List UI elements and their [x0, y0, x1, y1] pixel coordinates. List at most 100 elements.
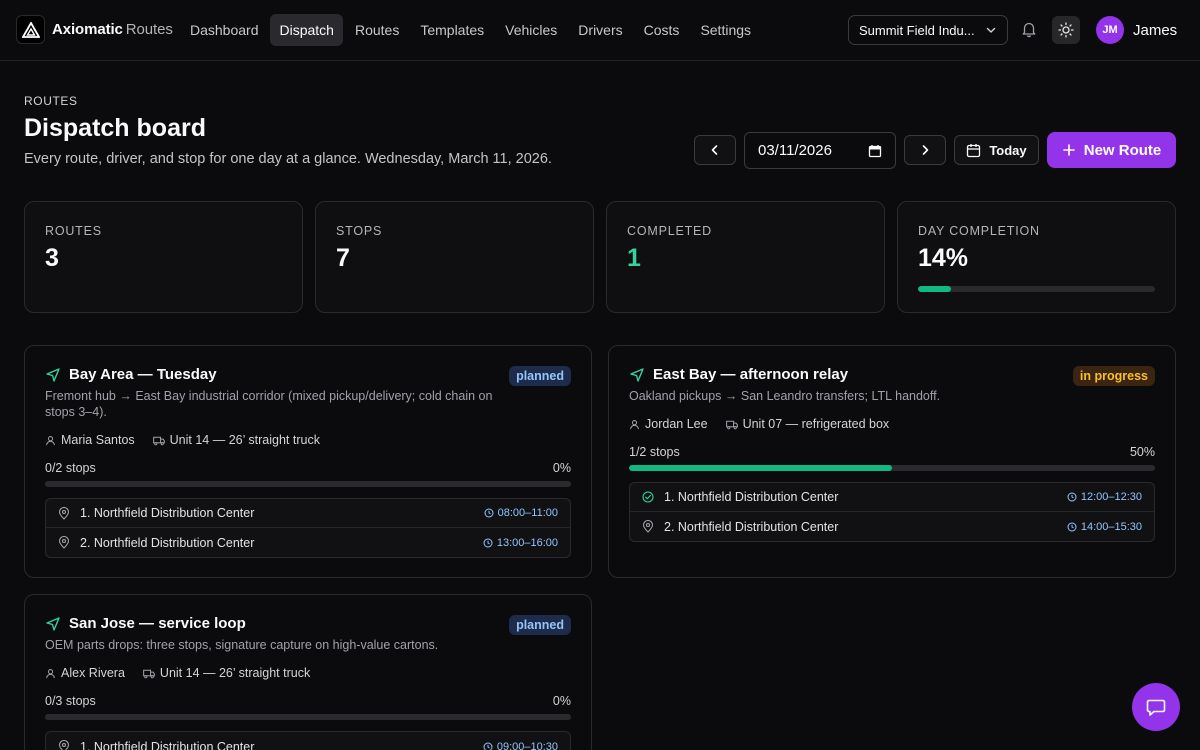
truck-icon [725, 419, 738, 430]
page-subtitle: Every route, driver, and stop for one da… [24, 151, 552, 167]
logo-icon[interactable] [16, 15, 45, 44]
navigation-icon [45, 367, 61, 383]
stat-value: 3 [45, 244, 59, 272]
clock-icon [1067, 522, 1077, 532]
nav-dispatch[interactable]: Dispatch [269, 14, 343, 46]
top-bar: Axiomatic Routes Dashboard Dispatch Route… [0, 0, 1200, 61]
next-day-button[interactable] [904, 135, 946, 165]
calendar-icon [966, 143, 981, 158]
route-title-text: Bay Area — Tuesday [69, 366, 217, 383]
bell-icon[interactable] [1020, 20, 1038, 38]
nav-routes[interactable]: Routes [345, 14, 408, 46]
route-meta: Alex Rivera Unit 14 — 26’ straight truck [45, 666, 310, 680]
route-progress [45, 481, 571, 487]
stat-value: 14% [918, 244, 969, 272]
brand-title: Axiomatic [52, 21, 123, 38]
stop-time-window: 08:00–11:00 [484, 507, 558, 519]
stops-count: 1/2 stops [629, 445, 680, 459]
navigation-icon [45, 616, 61, 632]
stop-row[interactable]: 1. Northfield Distribution Center 09:00–… [46, 732, 570, 750]
route-card[interactable]: Bay Area — Tuesday planned Fremont hub →… [24, 345, 592, 578]
new-route-label: New Route [1083, 141, 1162, 159]
chevron-down-icon [985, 24, 997, 36]
stop-time: 13:00–16:00 [496, 536, 558, 549]
brand-subtitle: Routes [125, 21, 173, 38]
stat-label: STOPS [336, 224, 383, 238]
org-name: Summit Field Indu... [859, 22, 975, 38]
navigation-icon [629, 367, 645, 383]
route-title-text: San Jose — service loop [69, 615, 246, 632]
stops-percent: 0% [552, 694, 571, 708]
route-title: San Jose — service loop [45, 615, 246, 632]
theme-toggle-button[interactable] [1052, 16, 1080, 44]
user-icon [629, 419, 640, 430]
nav-vehicles[interactable]: Vehicles [495, 14, 566, 46]
truck-icon [152, 435, 165, 446]
day-completion-progress [918, 286, 1155, 292]
sun-icon [1058, 22, 1074, 38]
stop-row[interactable]: 2. Northfield Distribution Center 14:00–… [630, 512, 1154, 541]
route-card[interactable]: East Bay — afternoon relay in progress O… [608, 345, 1176, 578]
nav-templates[interactable]: Templates [410, 14, 493, 46]
stop-list: 1. Northfield Distribution Center 12:00–… [629, 482, 1155, 542]
today-button[interactable]: Today [954, 135, 1039, 165]
stop-time-window: 14:00–15:30 [1067, 521, 1142, 533]
stops-percent: 0% [552, 461, 571, 475]
previous-day-button[interactable] [694, 135, 736, 165]
user-name[interactable]: James [1133, 22, 1177, 39]
chat-button[interactable] [1132, 683, 1180, 731]
route-card[interactable]: San Jose — service loop planned OEM part… [24, 594, 592, 750]
stop-time-window: 09:00–10:30 [483, 741, 558, 750]
progress-fill [629, 465, 892, 471]
route-progress [45, 714, 571, 720]
plus-icon [1062, 143, 1076, 157]
nav-costs[interactable]: Costs [634, 14, 689, 46]
driver-name: Alex Rivera [61, 666, 125, 680]
map-pin-icon [58, 506, 72, 520]
vehicle-name: Unit 14 — 26’ straight truck [169, 433, 320, 447]
stop-row[interactable]: 2. Northfield Distribution Center 13:00–… [46, 528, 570, 557]
route-description: OEM parts drops: three stops, signature … [45, 638, 439, 652]
nav-settings[interactable]: Settings [690, 14, 760, 46]
stop-list: 1. Northfield Distribution Center 08:00–… [45, 498, 571, 558]
clock-icon [1067, 492, 1077, 502]
chevron-right-icon [918, 143, 932, 157]
breadcrumb: ROUTES [24, 94, 78, 108]
stop-name: 1. Northfield Distribution Center [80, 739, 255, 750]
stop-name: 1. Northfield Distribution Center [664, 490, 839, 504]
map-pin-icon [58, 536, 72, 549]
vehicle-name: Unit 07 — refrigerated box [742, 417, 890, 431]
stop-name: 2. Northfield Distribution Center [664, 519, 839, 534]
nav-dashboard[interactable]: Dashboard [180, 14, 268, 46]
route-title-text: East Bay — afternoon relay [653, 366, 849, 383]
map-pin-icon [642, 520, 656, 533]
stop-time: 09:00–10:30 [496, 740, 558, 750]
stop-row[interactable]: 1. Northfield Distribution Center 12:00–… [630, 483, 1154, 512]
avatar[interactable]: JM [1096, 16, 1124, 44]
stops-count: 0/2 stops [45, 461, 96, 475]
driver-name: Jordan Lee [645, 417, 708, 431]
calendar-icon[interactable] [868, 144, 882, 158]
page-title: Dispatch board [24, 114, 206, 142]
nav-drivers[interactable]: Drivers [568, 14, 631, 46]
truck-icon [143, 668, 155, 679]
stops-percent: 50% [1129, 445, 1155, 459]
user-icon [45, 668, 56, 679]
route-title: East Bay — afternoon relay [629, 366, 848, 383]
stat-label: COMPLETED [627, 224, 712, 238]
stop-time: 08:00–11:00 [497, 507, 558, 519]
stop-row[interactable]: 1. Northfield Distribution Center 08:00–… [46, 499, 570, 528]
date-field[interactable]: 03/11/2026 [744, 132, 896, 169]
org-selector[interactable]: Summit Field Indu... [848, 15, 1008, 45]
stop-time: 12:00–12:30 [1080, 491, 1142, 503]
today-label: Today [989, 142, 1027, 158]
stop-time-window: 13:00–16:00 [483, 537, 558, 549]
stop-name: 1. Northfield Distribution Center [80, 506, 255, 520]
map-pin-icon [58, 740, 72, 750]
vehicle-name: Unit 14 — 26’ straight truck [159, 666, 311, 680]
status-badge: planned [509, 615, 571, 635]
new-route-button[interactable]: New Route [1047, 132, 1176, 168]
brand-name[interactable]: Axiomatic Routes [52, 21, 173, 38]
driver-name: Maria Santos [61, 433, 135, 447]
clock-icon [484, 508, 494, 518]
